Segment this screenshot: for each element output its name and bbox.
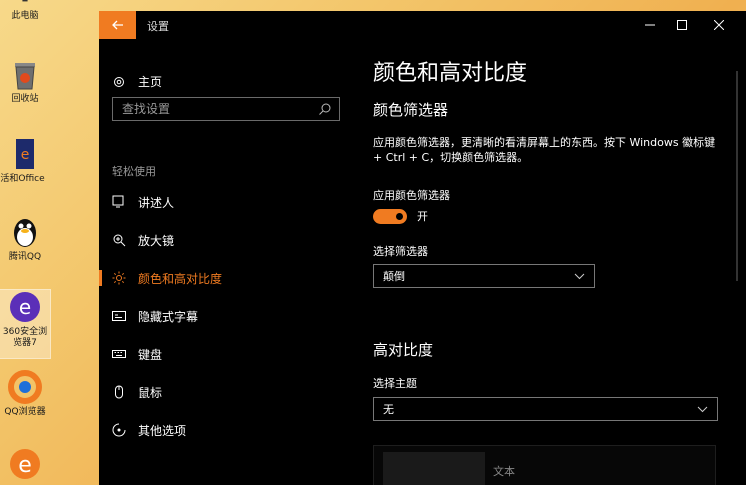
sidebar-item-mouse[interactable]: 鼠标: [99, 379, 357, 405]
sidebar-item-label: 颜色和高对比度: [138, 271, 223, 286]
sidebar-item-label: 放大镜: [138, 233, 175, 248]
section-label-ease-of-access: 轻松使用: [112, 165, 156, 178]
this-pc-icon: [22, 0, 28, 2]
select-theme-label: 选择主题: [373, 377, 417, 390]
filter-dropdown-value: 颠倒: [383, 270, 405, 283]
sidebar-item-label: 其他选项: [138, 423, 187, 438]
minimize-icon: [645, 24, 655, 26]
sidebar-item-label: 键盘: [138, 347, 163, 362]
chevron-down-icon: [697, 406, 708, 412]
color-filter-heading: 颜色筛选器: [373, 101, 449, 119]
desktop-icon-360-browser[interactable]: e 360安全浏览器7: [0, 289, 51, 359]
sidebar-item-label: 讲述人: [138, 195, 175, 210]
svg-text:e: e: [18, 453, 32, 478]
closed-captions-icon: [112, 309, 126, 323]
page-title: 颜色和高对比度: [373, 61, 528, 86]
360-browser-icon: e: [10, 292, 40, 322]
desktop-icon-browser[interactable]: e: [0, 447, 50, 484]
theme-dropdown[interactable]: 无: [373, 397, 718, 421]
gear-icon: [114, 76, 124, 87]
desktop-icon-label: QQ浏览器: [4, 407, 46, 417]
desktop-icon-recycle-bin[interactable]: 回收站: [0, 57, 50, 105]
maximize-button[interactable]: [664, 11, 700, 39]
theme-preview: 文本: [373, 445, 716, 485]
sidebar-item-other-options[interactable]: 其他选项: [99, 417, 357, 443]
toggle-knob: [396, 212, 403, 220]
close-button[interactable]: [701, 11, 737, 39]
minimize-button[interactable]: [632, 11, 668, 39]
settings-window: 设置 主页 轻松使用: [99, 11, 746, 485]
sidebar: 主页 轻松使用 讲述人 放大镜 颜色和高对比: [99, 39, 357, 485]
svg-text:e: e: [19, 295, 31, 319]
chevron-down-icon: [574, 273, 585, 279]
sidebar-item-narrator[interactable]: 讲述人: [99, 189, 357, 215]
scrollbar[interactable]: [736, 71, 738, 281]
high-contrast-heading: 高对比度: [373, 341, 434, 359]
sidebar-item-label: 隐藏式字幕: [138, 309, 199, 324]
sidebar-item-color-contrast[interactable]: 颜色和高对比度: [99, 265, 357, 291]
back-button[interactable]: [99, 11, 136, 39]
desktop-icon-qq-browser[interactable]: QQ浏览器: [0, 370, 50, 418]
sidebar-item-closed-captions[interactable]: 隐藏式字幕: [99, 303, 357, 329]
magnifier-icon: [112, 233, 126, 247]
other-options-icon: [112, 423, 126, 437]
toggle-state-label: 开: [417, 210, 428, 223]
desktop-icon-tencent-qq[interactable]: 腾讯QQ: [0, 215, 50, 263]
mouse-icon: [112, 385, 126, 399]
window-title: 设置: [147, 20, 169, 33]
sidebar-item-label: 鼠标: [138, 385, 163, 400]
nav-home[interactable]: 主页: [112, 73, 162, 90]
theme-dropdown-value: 无: [383, 403, 394, 416]
preview-swatch: [383, 452, 485, 485]
desktop-icon-this-pc[interactable]: 此电脑: [0, 0, 50, 22]
narrator-icon: [112, 195, 126, 209]
preview-text: 文本: [493, 465, 515, 478]
qq-browser-icon: [8, 370, 42, 404]
nav-home-label: 主页: [138, 75, 163, 89]
maximize-icon: [677, 20, 687, 30]
desktop-icon-label: 回收站: [11, 94, 39, 104]
svg-text:e: e: [21, 147, 30, 163]
sidebar-item-keyboard[interactable]: 键盘: [99, 341, 357, 367]
sidebar-item-magnifier[interactable]: 放大镜: [99, 227, 357, 253]
title-bar: 设置: [99, 11, 746, 39]
recycle-bin-icon: [15, 63, 35, 90]
search-input[interactable]: [113, 101, 318, 117]
close-icon: [714, 20, 724, 30]
desktop-icon-label: 腾讯QQ: [8, 252, 42, 262]
search-icon[interactable]: [318, 102, 332, 116]
office-activate-icon: e: [16, 139, 34, 169]
desktop-icon-label: 此电脑: [11, 11, 39, 21]
back-arrow-icon: [111, 20, 123, 30]
filter-dropdown[interactable]: 颠倒: [373, 264, 595, 288]
browser-e-icon: e: [10, 449, 40, 479]
color-filter-toggle[interactable]: [373, 208, 407, 224]
apply-filter-label: 应用颜色筛选器: [373, 189, 450, 202]
brightness-icon: [112, 271, 126, 285]
search-box[interactable]: [112, 97, 340, 121]
keyboard-icon: [112, 347, 126, 361]
color-filter-toggle-row: 开: [373, 208, 428, 224]
color-filter-description: 应用颜色筛选器，更清晰的看清屏幕上的东西。按下 Windows 徽标键 + Ct…: [373, 136, 716, 164]
desktop-icon-activate-office[interactable]: e 激活和Office: [0, 137, 50, 185]
desktop-icon-label: 激活和Office: [0, 174, 45, 184]
content-pane: 颜色和高对比度 颜色筛选器 应用颜色筛选器，更清晰的看清屏幕上的东西。按下 Wi…: [373, 39, 746, 485]
select-filter-label: 选择筛选器: [373, 245, 428, 258]
active-indicator: [99, 270, 102, 286]
desktop-icon-label: 360安全浏览器7: [2, 327, 48, 348]
qq-penguin-icon: [14, 219, 36, 247]
